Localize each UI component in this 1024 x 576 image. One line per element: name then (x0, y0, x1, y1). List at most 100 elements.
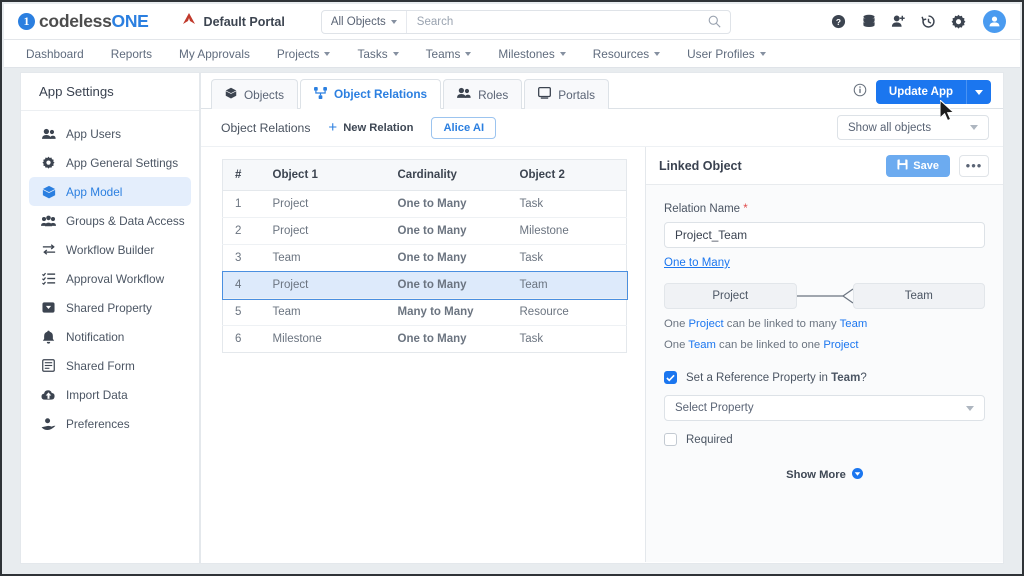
table-row[interactable]: 2 Project One to Many Milestone (222, 217, 627, 245)
sidebar-item-groups-data-access[interactable]: Groups & Data Access (29, 206, 191, 235)
database-icon[interactable] (861, 14, 876, 29)
top-bar-icons: ? (831, 10, 1006, 33)
search-scope-label: All Objects (330, 15, 386, 28)
app-logo[interactable]: 1 codelessONE (18, 11, 149, 32)
select-property-dropdown[interactable]: Select Property (664, 395, 985, 421)
nav-item-my-approvals[interactable]: My Approvals (179, 47, 250, 61)
nav-item-dashboard[interactable]: Dashboard (26, 47, 84, 61)
tab-object-relations[interactable]: Object Relations (300, 79, 442, 109)
sidebar-item-preferences[interactable]: Preferences (29, 409, 191, 438)
nav-item-user-profiles[interactable]: User Profiles (687, 47, 766, 61)
cardinality-link[interactable]: One to Many (664, 257, 730, 269)
new-relation-button[interactable]: + New Relation (328, 120, 413, 135)
sidebar-item-label: Groups & Data Access (66, 213, 185, 228)
cell-cardinality[interactable]: One to Many (385, 244, 508, 272)
table-row[interactable]: 3 Team One to Many Task (222, 244, 627, 272)
sidebar-list: App Users App General Settings App Model… (21, 111, 199, 438)
help-icon[interactable]: ? (831, 14, 846, 29)
cell-cardinality[interactable]: Many to Many (385, 298, 508, 326)
update-app-button[interactable]: Update App (875, 80, 991, 104)
desc1-pre: One (664, 318, 689, 330)
col-header-number: # (222, 159, 261, 191)
sidebar-item-app-general-settings[interactable]: App General Settings (29, 148, 191, 177)
nav-item-projects[interactable]: Projects (277, 47, 331, 61)
workflow-arrows-icon (41, 243, 56, 256)
sidebar-item-approval-workflow[interactable]: Approval Workflow (29, 264, 191, 293)
search-scope-dropdown[interactable]: All Objects (322, 10, 407, 33)
section-title: Object Relations (221, 120, 311, 135)
app-window: 1 codelessONE Default Portal All Objects… (0, 0, 1024, 576)
cell-cardinality[interactable]: One to Many (385, 217, 508, 245)
show-objects-filter-dropdown[interactable]: Show all objects (837, 115, 989, 140)
nav-item-resources[interactable]: Resources (593, 47, 661, 61)
sidebar-item-label: Notification (66, 329, 125, 344)
logo-text: codelessONE (39, 11, 149, 32)
tab-label: Object Relations (334, 87, 428, 101)
history-icon[interactable] (921, 14, 936, 29)
sidebar-item-shared-form[interactable]: Shared Form (29, 351, 191, 380)
diagram-left-object[interactable]: Project (664, 283, 797, 309)
cell-cardinality[interactable]: One to Many (385, 271, 508, 299)
alice-ai-button[interactable]: Alice AI (431, 116, 497, 139)
sidebar-item-notification[interactable]: Notification (29, 322, 191, 351)
nav-label: Reports (110, 46, 153, 61)
reference-property-checkbox[interactable] (664, 371, 677, 384)
desc2-pre: One (664, 339, 689, 351)
cell-number: 2 (222, 217, 261, 245)
cube-icon (225, 87, 237, 102)
desc1-mid: can be linked to many (723, 318, 840, 330)
table-row[interactable]: 1 Project One to Many Task (222, 190, 627, 218)
cell-cardinality[interactable]: One to Many (386, 326, 508, 353)
gear-icon[interactable] (951, 14, 966, 29)
desc2-mid: can be linked to one (715, 339, 824, 351)
ref-object-name: Team (831, 371, 861, 384)
search-input[interactable] (406, 10, 708, 33)
show-more-button[interactable]: Show More (664, 468, 985, 482)
tab-portals[interactable]: Portals (524, 79, 609, 109)
reference-property-label: Set a Reference Property in Team? (686, 372, 867, 384)
tab-roles[interactable]: Roles (443, 79, 523, 109)
table-row[interactable]: 6 Milestone One to Many Task (223, 326, 627, 353)
cell-number: 5 (222, 298, 261, 326)
chevron-down-icon (970, 125, 978, 130)
sidebar-item-label: Shared Form (66, 358, 135, 373)
user-avatar-icon[interactable] (983, 10, 1006, 33)
nav-item-milestones[interactable]: Milestones (498, 47, 566, 61)
cell-number: 3 (222, 244, 261, 272)
relation-name-input[interactable] (664, 222, 985, 248)
sidebar-item-shared-property[interactable]: Shared Property (29, 293, 191, 322)
update-app-dropdown[interactable] (966, 80, 991, 104)
portal-label: Default Portal (203, 14, 285, 29)
search-icon[interactable] (708, 15, 730, 28)
sidebar-item-workflow-builder[interactable]: Workflow Builder (29, 235, 191, 264)
reference-property-checkbox-row[interactable]: Set a Reference Property in Team? (664, 371, 985, 384)
sidebar-item-app-model[interactable]: App Model (29, 177, 191, 206)
sidebar-item-app-users[interactable]: App Users (29, 119, 191, 148)
diagram-right-object[interactable]: Team (852, 283, 985, 309)
nav-item-teams[interactable]: Teams (426, 47, 472, 61)
screen-icon (538, 86, 552, 102)
object-relations-table: # Object 1 Cardinality Object 2 1 Projec… (221, 159, 628, 353)
col-header-cardinality: Cardinality (385, 159, 508, 191)
add-user-icon[interactable] (891, 14, 906, 29)
save-button[interactable]: Save (886, 154, 950, 177)
users-icon (41, 128, 56, 140)
more-options-button[interactable]: ••• (959, 154, 989, 177)
required-checkbox[interactable] (664, 433, 677, 446)
table-header-row: # Object 1 Cardinality Object 2 (222, 159, 627, 191)
logo-mark-icon: 1 (18, 13, 35, 30)
cell-cardinality[interactable]: One to Many (385, 190, 508, 218)
tab-objects[interactable]: Objects (211, 79, 298, 109)
sidebar-item-import-data[interactable]: Import Data (29, 380, 191, 409)
linked-object-header: Linked Object Save ••• (646, 147, 1003, 185)
logo-text-primary: codeless (39, 11, 112, 31)
portal-selector[interactable]: Default Portal (181, 12, 285, 31)
info-icon[interactable] (853, 83, 867, 102)
required-checkbox-row[interactable]: Required (664, 433, 985, 446)
nav-item-reports[interactable]: Reports (111, 47, 152, 61)
chevron-down-icon (966, 405, 974, 411)
logo-text-secondary: ONE (111, 11, 149, 31)
table-row-selected[interactable]: 4 Project One to Many Team (221, 270, 628, 300)
nav-item-tasks[interactable]: Tasks (357, 47, 399, 61)
table-row[interactable]: 5 Team Many to Many Resource (222, 298, 627, 326)
